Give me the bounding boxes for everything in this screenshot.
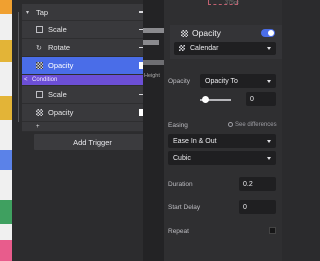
chevron-down-icon: [267, 156, 271, 160]
trigger-label: Opacity: [48, 61, 74, 70]
see-differences-text: See differences: [235, 122, 277, 128]
condition-label: Condition: [32, 77, 58, 83]
easing-label: Easing: [168, 122, 188, 129]
strip-swatch: [0, 0, 12, 14]
trigger-opacity[interactable]: Opacity: [22, 57, 151, 75]
chevron-down-icon: [267, 79, 271, 83]
trigger-scale[interactable]: Scale: [22, 21, 151, 39]
canvas-bar: [143, 40, 159, 45]
start-delay-input[interactable]: 0: [239, 200, 276, 214]
chevron-down-icon: [267, 47, 271, 50]
trigger-label: Rotate: [48, 43, 71, 52]
color-strip: [0, 0, 12, 261]
opacity-slider-knob[interactable]: [202, 96, 209, 103]
strip-swatch: [0, 200, 12, 224]
canvas-side-text: Height: [144, 73, 160, 79]
strip-swatch: [0, 150, 12, 170]
duration-input[interactable]: 0.2: [239, 177, 276, 191]
trigger-scale-2[interactable]: Scale: [22, 86, 151, 104]
scale-icon: [36, 26, 43, 33]
duration-label: Duration: [168, 181, 193, 188]
target-select[interactable]: Calendar: [174, 42, 276, 55]
app-root: ▾ Tap Scale ↻ Rotate Opacity < Condition…: [0, 0, 282, 261]
info-icon: [228, 122, 233, 127]
trigger-label: Tap: [36, 7, 49, 17]
trigger-panel: ▾ Tap Scale ↻ Rotate Opacity < Condition…: [12, 0, 151, 261]
inspector-title: Opacity: [192, 28, 221, 38]
chevron-down-icon[interactable]: ▾: [26, 9, 29, 16]
opacity-icon: [181, 30, 188, 37]
trigger-opacity-2[interactable]: Opacity: [22, 104, 151, 122]
easing-curve-value: Cubic: [173, 154, 191, 162]
easing-type-value: Ease In & Out: [173, 137, 217, 145]
opacity-icon: [36, 109, 43, 116]
opacity-mode-value: Opacity To: [205, 77, 238, 85]
canvas-area: Height: [143, 0, 164, 261]
inspector-panel: 375pt Opacity Calendar Opacity Opacity T…: [164, 0, 282, 261]
easing-curve-select[interactable]: Cubic: [168, 151, 276, 165]
trigger-label: Opacity: [48, 108, 74, 117]
trigger-tap[interactable]: ▾ Tap: [22, 4, 151, 21]
canvas-bar: [143, 28, 164, 33]
repeat-checkbox[interactable]: [269, 227, 276, 234]
trigger-rotate[interactable]: ↻ Rotate: [22, 39, 151, 57]
easing-type-select[interactable]: Ease In & Out: [168, 134, 276, 148]
scale-icon: [36, 91, 43, 98]
condition-icon: <: [24, 77, 28, 83]
frame-width-label: 375pt: [225, 0, 239, 6]
condition-row[interactable]: < Condition: [22, 75, 151, 86]
strip-swatch: [0, 240, 12, 261]
strip-swatch: [0, 96, 12, 120]
add-trigger-button[interactable]: Add Trigger: [34, 134, 151, 150]
opacity-input[interactable]: 0: [246, 92, 276, 106]
add-action-row[interactable]: +: [22, 122, 151, 132]
repeat-label: Repeat: [168, 228, 189, 235]
strip-swatch: [0, 40, 12, 62]
trigger-label: Scale: [48, 25, 67, 34]
plus-icon[interactable]: +: [36, 124, 40, 130]
target-value: Calendar: [190, 45, 219, 52]
chevron-down-icon: [267, 139, 271, 143]
opacity-label: Opacity: [168, 78, 191, 85]
rotate-icon: ↻: [36, 44, 42, 52]
canvas-bar: [143, 60, 164, 65]
see-differences-link[interactable]: See differences: [228, 122, 277, 128]
tree-line: [18, 12, 19, 122]
opacity-icon: [36, 62, 43, 69]
opacity-mode-select[interactable]: Opacity To: [200, 74, 276, 88]
trigger-list: ▾ Tap Scale ↻ Rotate Opacity < Condition…: [22, 4, 151, 132]
start-delay-label: Start Delay: [168, 204, 201, 211]
layer-icon: [179, 45, 185, 51]
trigger-label: Scale: [48, 90, 67, 99]
enable-toggle[interactable]: [261, 29, 275, 37]
